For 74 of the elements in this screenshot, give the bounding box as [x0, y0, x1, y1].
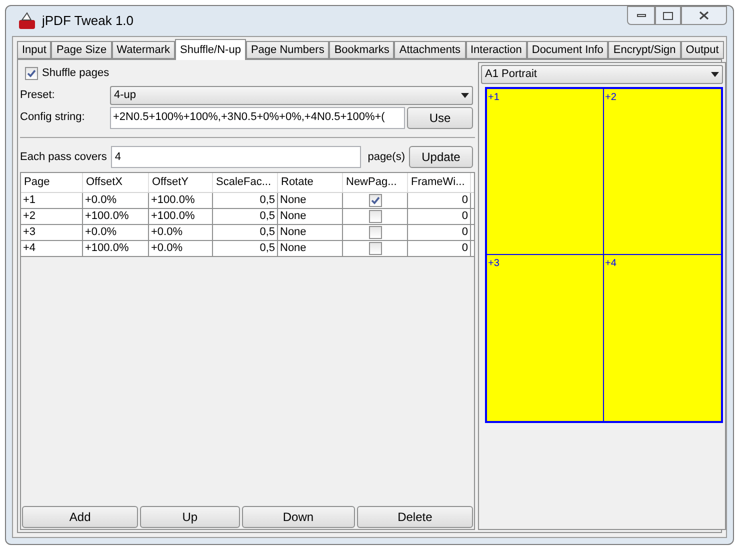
- action-button[interactable]: Up: [140, 506, 240, 528]
- table-cell-text: 0: [462, 209, 468, 224]
- new-page-checkbox[interactable]: [368, 194, 382, 207]
- table-cell-text: +100.0%: [85, 241, 129, 256]
- table-cell-text: +4: [23, 241, 36, 256]
- tab[interactable]: Output: [680, 41, 724, 59]
- action-button[interactable]: Add: [22, 506, 138, 528]
- preview-page-label: +3: [487, 258, 500, 269]
- new-page-checkbox[interactable]: [368, 226, 382, 239]
- preview-page-label: +4: [604, 258, 616, 269]
- shuffle-checkbox[interactable]: [25, 66, 38, 80]
- shuffle-label: Shuffle pages: [42, 66, 110, 81]
- window-title: jPDF Tweak 1.0: [42, 12, 134, 30]
- config-label: Config string:: [20, 110, 86, 126]
- pass-field[interactable]: 4: [110, 146, 361, 168]
- table-cell-text: +0.0%: [151, 241, 182, 256]
- new-page-checkbox[interactable]: [368, 210, 382, 223]
- table-cell-text: +100.0%: [85, 209, 129, 224]
- table-cell-text: 0: [462, 225, 468, 240]
- new-page-checkbox[interactable]: [368, 242, 382, 255]
- table-cell-text: None: [280, 209, 306, 224]
- table-cell-text: 0,5: [260, 241, 275, 256]
- table-cell-text: None: [280, 241, 306, 256]
- preview-page-label: +2: [604, 92, 616, 103]
- preset-dropdown[interactable]: 4-up: [110, 86, 473, 104]
- table-cell-text: 0: [462, 193, 468, 208]
- use-button[interactable]: Use: [407, 106, 473, 128]
- column-header[interactable]: Page: [21, 173, 83, 192]
- tab[interactable]: Interaction: [466, 41, 527, 59]
- table-cell-text: +0.0%: [151, 225, 182, 240]
- tab[interactable]: Attachments: [394, 41, 466, 59]
- column-header[interactable]: OffsetX: [83, 173, 149, 192]
- pass-label: Each pass covers: [20, 150, 107, 165]
- dropdown-caret-icon: [461, 92, 469, 98]
- table-cell-text: 0,5: [260, 193, 275, 208]
- column-header[interactable]: FrameWi...: [408, 173, 471, 192]
- column-header[interactable]: OffsetY: [149, 173, 213, 192]
- preset-label: Preset:: [20, 88, 56, 103]
- table-cell-text: 0,5: [260, 225, 275, 240]
- pages-unit-label: page(s): [368, 150, 405, 165]
- table-cell-text: +1: [23, 193, 36, 208]
- table-cell-text: +100.0%: [151, 193, 195, 208]
- preview-page-label: +1: [487, 92, 500, 103]
- close-button[interactable]: [681, 6, 727, 25]
- action-button[interactable]: Down: [242, 506, 355, 528]
- table-cell-text: +2: [23, 209, 36, 224]
- close-icon: [699, 11, 709, 20]
- column-header[interactable]: Rotate: [278, 173, 343, 192]
- table-cell-text: +0.0%: [85, 193, 116, 208]
- tab[interactable]: Encrypt/Sign: [608, 41, 681, 59]
- minimize-button[interactable]: [627, 6, 655, 25]
- tab[interactable]: Watermark: [112, 41, 175, 59]
- config-field[interactable]: +2N0.5+100%+100%,+3N0.5+0%+0%,+4N0.5+100%+(: [110, 106, 405, 128]
- update-button[interactable]: Update: [409, 146, 473, 168]
- table-cell-text: 0: [462, 241, 468, 256]
- maximize-button[interactable]: [655, 6, 681, 25]
- table-cell-text: +100.0%: [151, 209, 195, 224]
- column-header[interactable]: NewPag...: [343, 173, 408, 192]
- table-cell-text: +0.0%: [85, 225, 116, 240]
- tab[interactable]: Bookmarks: [329, 41, 394, 59]
- table-cell-text: +3: [23, 225, 36, 240]
- dropdown-caret-icon: [711, 72, 719, 77]
- table-cell-text: None: [280, 193, 306, 208]
- action-button[interactable]: Delete: [356, 506, 473, 528]
- tab[interactable]: Page Size: [51, 41, 112, 59]
- app-logo-icon: [18, 12, 36, 30]
- tab[interactable]: Page Numbers: [246, 41, 330, 59]
- tab[interactable]: Document Info: [526, 41, 608, 59]
- table-cell-text: 0,5: [260, 209, 275, 224]
- tab[interactable]: Input: [17, 41, 52, 59]
- tab[interactable]: Shuffle/N-up: [175, 39, 246, 60]
- column-header[interactable]: ScaleFac...: [213, 173, 278, 192]
- paper-size-dropdown[interactable]: A1 Portrait: [481, 65, 723, 84]
- table-cell-text: None: [280, 225, 306, 240]
